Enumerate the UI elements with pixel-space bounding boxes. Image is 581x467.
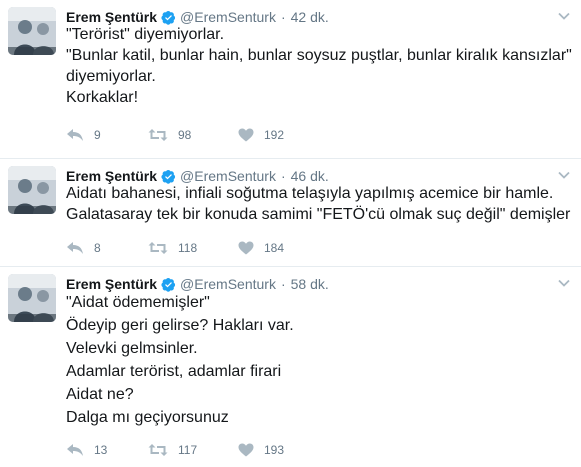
retweet-icon	[148, 242, 168, 254]
heart-icon	[238, 241, 254, 255]
tweet-line: Dalga mı geçiyorsunuz	[66, 409, 229, 426]
author-handle[interactable]: @EremSenturk	[180, 9, 276, 25]
tweet-actions: 8 118 184	[66, 239, 284, 257]
verified-badge-icon	[161, 277, 176, 292]
reply-icon	[67, 444, 83, 456]
reply-icon	[67, 129, 83, 141]
avatar[interactable]	[8, 7, 56, 55]
heart-icon	[238, 128, 254, 142]
like-count: 192	[264, 128, 285, 142]
like-button[interactable]: 184	[238, 241, 284, 255]
author-handle[interactable]: @EremSenturk	[180, 276, 276, 292]
verified-badge-icon	[161, 10, 176, 25]
author-name[interactable]: Erem Şentürk	[66, 276, 157, 292]
tweet-actions: 9 98 192	[66, 126, 284, 144]
tweet-line: Ödeyip geri gelirse? Hakları var.	[66, 317, 294, 334]
verified-badge-icon	[161, 169, 176, 184]
tweet-line: Aidat ne?	[66, 386, 134, 403]
tweet-line: Korkaklar!	[66, 89, 139, 106]
heart-icon	[238, 443, 254, 457]
chevron-down-icon[interactable]	[557, 9, 571, 23]
tweet-line: "Bunlar katil, bunlar hain, bunlar soysu…	[66, 47, 572, 64]
reply-count: 9	[94, 128, 101, 142]
retweet-count: 117	[178, 443, 198, 457]
author-name[interactable]: Erem Şentürk	[66, 9, 157, 25]
retweet-icon	[148, 444, 168, 456]
tweet-line: diyemiyorlar.	[66, 68, 156, 85]
retweet-icon	[148, 129, 168, 141]
like-button[interactable]: 193	[238, 443, 284, 457]
like-count: 193	[264, 443, 285, 457]
reply-count: 8	[94, 241, 101, 255]
separator: ·	[280, 9, 286, 25]
tweet-line: Velevki gelmsinler.	[66, 340, 198, 357]
avatar[interactable]	[8, 274, 56, 322]
reply-button[interactable]: 13	[66, 443, 148, 457]
retweet-count: 98	[178, 128, 192, 142]
tweet-text: "Aidat ödememişler" Ödeyip geri gelirse?…	[66, 291, 567, 429]
retweet-button[interactable]: 98	[148, 128, 238, 142]
avatar[interactable]	[8, 166, 56, 214]
tweet-line: "Aidat ödememişler"	[66, 294, 210, 311]
timestamp[interactable]: 42 dk.	[291, 9, 329, 25]
tweet-text: "Terörist" diyemiyorlar. "Bunlar katil, …	[66, 24, 572, 108]
like-button[interactable]: 192	[238, 128, 284, 142]
separator: ·	[280, 276, 286, 292]
author-handle[interactable]: @EremSenturk	[180, 168, 276, 184]
tweet[interactable]: Erem Şentürk @EremSenturk · 42 dk. "Terö…	[0, 0, 581, 159]
tweet-line: "Terörist" diyemiyorlar.	[66, 26, 225, 43]
timestamp[interactable]: 58 dk.	[291, 276, 329, 292]
separator: ·	[280, 168, 286, 184]
chevron-down-icon[interactable]	[557, 168, 571, 182]
timeline: Erem Şentürk @EremSenturk · 42 dk. "Terö…	[0, 0, 581, 467]
tweet-line: Adamlar terörist, adamlar firari	[66, 363, 282, 380]
reply-icon	[67, 242, 83, 254]
tweet-text: Aidatı bahanesi, infiali soğutma telaşıy…	[66, 183, 571, 225]
retweet-count: 118	[178, 241, 198, 255]
reply-button[interactable]: 8	[66, 241, 148, 255]
like-count: 184	[264, 241, 285, 255]
tweet-actions: 13 117 193	[66, 441, 284, 459]
tweet-line: Galatasaray tek bir konuda samimi "FETÖ'…	[66, 206, 571, 223]
timestamp[interactable]: 46 dk.	[291, 168, 329, 184]
reply-count: 13	[94, 443, 108, 457]
tweet[interactable]: Erem Şentürk @EremSenturk · 46 dk. Aidat…	[0, 159, 581, 267]
reply-button[interactable]: 9	[66, 128, 148, 142]
author-name[interactable]: Erem Şentürk	[66, 168, 157, 184]
retweet-button[interactable]: 117	[148, 443, 238, 457]
chevron-down-icon[interactable]	[557, 276, 571, 290]
tweet-line: Aidatı bahanesi, infiali soğutma telaşıy…	[66, 185, 554, 202]
tweet[interactable]: Erem Şentürk @EremSenturk · 58 dk. "Aida…	[0, 267, 581, 467]
retweet-button[interactable]: 118	[148, 241, 238, 255]
